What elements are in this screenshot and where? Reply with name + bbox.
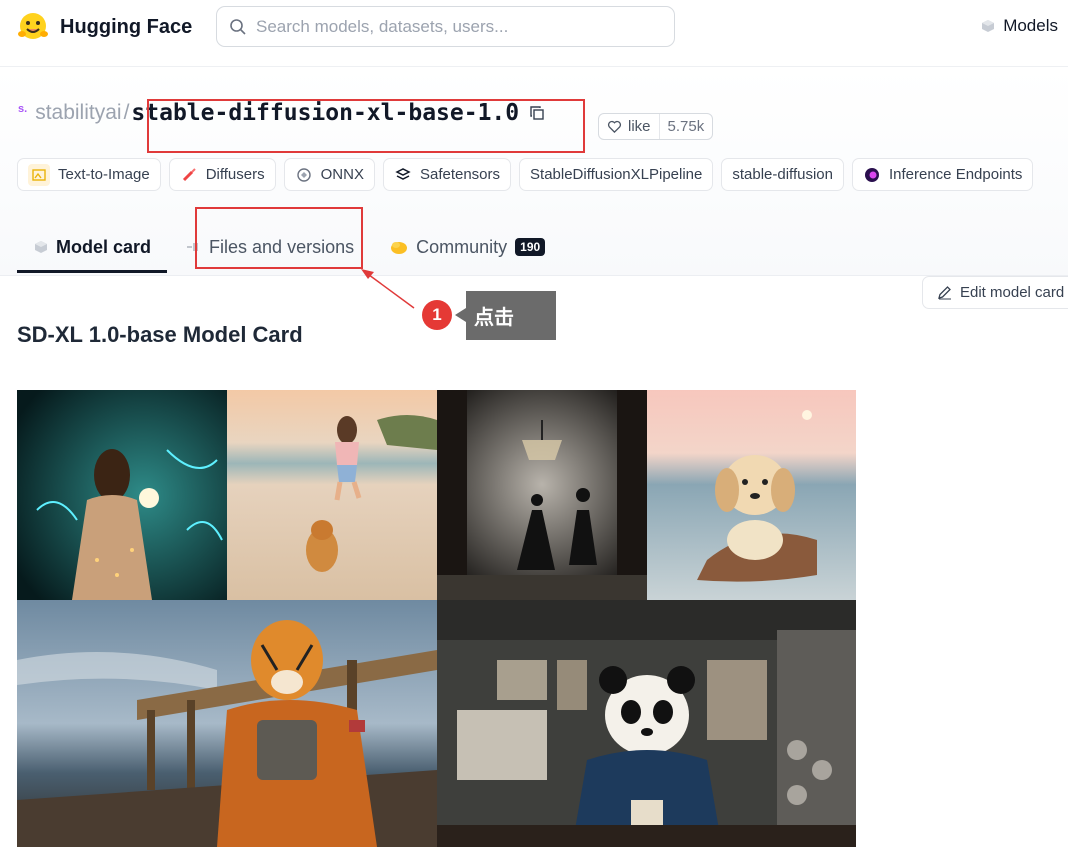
org-link[interactable]: stabilityai	[35, 101, 121, 125]
like-count: 5.75k	[667, 118, 705, 135]
tag-label: Diffusers	[205, 166, 265, 183]
sample-image-puppy-hands	[647, 390, 856, 600]
diffusers-icon	[180, 166, 198, 184]
tag-label: stable-diffusion	[732, 166, 833, 183]
tab-label: Community	[416, 236, 508, 257]
safetensors-icon	[394, 166, 412, 184]
sample-image-tiger-astronaut	[17, 600, 437, 847]
annotation-label: 点击	[466, 291, 556, 340]
cube-icon	[35, 241, 47, 253]
tag-onnx[interactable]: ONNX	[283, 158, 375, 191]
nav-models-label: Models	[1003, 16, 1058, 35]
sample-image-ballroom-dancers	[437, 390, 647, 600]
tag-list: Text-to-Image Diffusers ONNX Safetensors…	[17, 158, 1034, 191]
pencil-icon	[938, 286, 951, 300]
sample-image-panda-cafe	[437, 600, 856, 847]
cube-icon	[982, 20, 995, 32]
tab-community[interactable]: Community 190	[372, 224, 563, 270]
tag-label: Safetensors	[419, 166, 501, 183]
annotation-pointer	[455, 308, 466, 322]
annotation-step-number: 1	[422, 300, 452, 330]
title-separator: /	[123, 101, 130, 124]
search-icon	[230, 18, 246, 35]
tag-label: Text-to-Image	[58, 166, 150, 183]
edit-model-card-label: Edit model card	[960, 284, 1065, 301]
like-button[interactable]: like 5.75k	[598, 113, 714, 140]
tag-label: ONNX	[320, 166, 364, 183]
tag-safetensors[interactable]: Safetensors	[382, 158, 512, 191]
community-icon	[391, 242, 408, 254]
nav-models-link[interactable]: Models	[981, 16, 1058, 36]
tag-text-to-image[interactable]: Text-to-Image	[17, 158, 161, 191]
tag-stable-diffusion[interactable]: stable-diffusion	[721, 158, 844, 191]
sample-image-fairy-woman	[17, 390, 227, 600]
inference-endpoints-icon	[863, 166, 881, 184]
tag-pipeline[interactable]: StableDiffusionXLPipeline	[519, 158, 714, 191]
tag-diffusers[interactable]: Diffusers	[168, 158, 276, 191]
community-count-badge: 190	[515, 238, 546, 256]
onnx-icon	[295, 166, 313, 184]
title-highlight-box	[147, 99, 585, 153]
text-to-image-icon	[28, 163, 50, 186]
search-placeholder: Search models, datasets, users...	[256, 16, 509, 36]
tag-label: Inference Endpoints	[888, 166, 1023, 183]
model-card-title: SD-XL 1.0-base Model Card	[17, 322, 303, 347]
brand-name: Hugging Face	[60, 15, 193, 38]
tag-inference-endpoints[interactable]: Inference Endpoints	[851, 158, 1034, 191]
org-avatar-icon: s.	[18, 103, 28, 115]
sample-image-grid	[17, 390, 856, 847]
heart-icon	[608, 120, 621, 134]
edit-model-card-button[interactable]: Edit model card	[922, 276, 1068, 309]
hugging-face-logo-icon	[18, 13, 48, 39]
logo-link[interactable]: Hugging Face	[16, 10, 192, 44]
tab-model-card[interactable]: Model card	[17, 224, 168, 273]
tab-highlight-box	[195, 207, 363, 269]
like-label: like	[628, 118, 651, 135]
tag-label: StableDiffusionXLPipeline	[530, 166, 703, 183]
top-navbar: Hugging Face Search models, datasets, us…	[0, 0, 1068, 67]
tab-label: Model card	[56, 236, 152, 257]
sample-image-beach-dog	[227, 390, 437, 600]
search-input[interactable]: Search models, datasets, users...	[216, 6, 675, 47]
